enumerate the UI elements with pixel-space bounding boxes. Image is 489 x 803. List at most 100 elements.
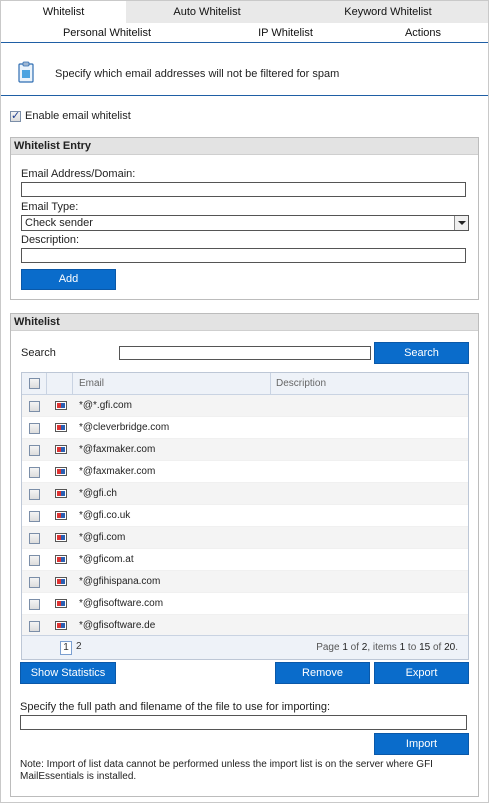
email-type-icon [55, 467, 67, 476]
row-checkbox[interactable] [29, 621, 40, 632]
items-of: of [430, 642, 445, 653]
page-description: Specify which email addresses will not b… [55, 68, 340, 80]
whitelist-panel-title: Whitelist [11, 314, 478, 331]
email-cell: *@gficom.at [79, 554, 134, 565]
row-checkbox[interactable] [29, 489, 40, 500]
row-checkbox[interactable] [29, 511, 40, 522]
tab-personal-whitelist[interactable]: Personal Whitelist [1, 23, 213, 42]
export-button[interactable]: Export [374, 662, 469, 684]
row-checkbox[interactable] [29, 445, 40, 456]
email-type-icon [55, 555, 67, 564]
email-cell: *@gfi.com [79, 532, 126, 543]
table-row[interactable]: *@gfi.ch [22, 483, 468, 505]
email-cell: *@faxmaker.com [79, 466, 156, 477]
table-row[interactable]: *@faxmaker.com [22, 461, 468, 483]
search-button[interactable]: Search [374, 342, 469, 364]
import-path-field[interactable] [20, 715, 467, 730]
show-statistics-button[interactable]: Show Statistics [20, 662, 116, 684]
row-checkbox[interactable] [29, 555, 40, 566]
tab-whitelist[interactable]: Whitelist [1, 1, 126, 23]
table-row[interactable]: *@gfi.co.uk [22, 505, 468, 527]
tab-actions[interactable]: Actions [358, 23, 488, 42]
table-row[interactable]: *@gfisoftware.com [22, 593, 468, 615]
row-checkbox[interactable] [29, 599, 40, 610]
items-suffix: . [455, 642, 458, 653]
column-divider [72, 373, 73, 395]
email-type-label: Email Type: [21, 201, 79, 213]
sub-tab-bar: Personal Whitelist IP Whitelist Actions [1, 23, 488, 43]
page-header: Specify which email addresses will not b… [1, 44, 488, 96]
import-path-label: Specify the full path and filename of th… [20, 701, 331, 713]
items-to: 15 [419, 642, 431, 653]
table-header: Email Description [22, 373, 468, 395]
email-type-icon [55, 533, 67, 542]
table-row[interactable]: *@gfisoftware.de [22, 615, 468, 637]
main-tab-bar: Whitelist Auto Whitelist Keyword Whiteli… [1, 1, 488, 23]
table-row[interactable]: *@gficom.at [22, 549, 468, 571]
row-checkbox[interactable] [29, 533, 40, 544]
add-button[interactable]: Add [21, 269, 116, 290]
row-checkbox[interactable] [29, 577, 40, 588]
enable-whitelist-row: Enable email whitelist [10, 109, 131, 122]
enable-whitelist-checkbox[interactable] [10, 109, 21, 122]
whitelist-table: Email Description *@*.gfi.com *@cleverbri… [21, 372, 469, 660]
page-info: Page 1 of 2, items 1 to 15 of 20. [316, 642, 458, 653]
email-type-icon [55, 621, 67, 630]
email-cell: *@gfihispana.com [79, 576, 161, 587]
email-type-icon [55, 423, 67, 432]
column-divider [46, 373, 47, 395]
table-body: *@*.gfi.com *@cleverbridge.com *@faxmaker.… [22, 395, 468, 637]
import-note: Note: Import of list data cannot be perf… [20, 759, 433, 782]
page-info-of: of [347, 642, 362, 653]
whitelist-entry-panel: Whitelist Entry Email Address/Domain: Em… [10, 137, 479, 300]
row-checkbox[interactable] [29, 467, 40, 478]
table-pager: 1 2 Page 1 of 2, items 1 to 15 of 20. [22, 635, 468, 659]
description-label: Description: [21, 234, 80, 246]
row-checkbox[interactable] [29, 401, 40, 412]
enable-whitelist-label: Enable email whitelist [25, 110, 131, 122]
page-link-2[interactable]: 2 [76, 641, 82, 655]
import-button[interactable]: Import [374, 733, 469, 755]
email-type-icon [55, 599, 67, 608]
table-row[interactable]: *@gfi.com [22, 527, 468, 549]
email-type-value: Check sender [25, 217, 93, 229]
description-field[interactable] [21, 248, 466, 263]
select-all-checkbox[interactable] [29, 378, 40, 389]
chevron-down-icon[interactable] [454, 216, 468, 230]
tab-auto-whitelist[interactable]: Auto Whitelist [126, 1, 288, 23]
email-type-select[interactable]: Check sender [21, 215, 469, 231]
page-link-1[interactable]: 1 [60, 641, 72, 655]
email-cell: *@gfisoftware.de [79, 620, 156, 631]
items-to-word: to [405, 642, 420, 653]
page-info-prefix: Page [316, 642, 343, 653]
email-cell: *@gfisoftware.com [79, 598, 164, 609]
items-info-prefix: , items [367, 642, 400, 653]
email-cell: *@faxmaker.com [79, 444, 156, 455]
tab-ip-whitelist[interactable]: IP Whitelist [213, 23, 358, 42]
table-row[interactable]: *@gfihispana.com [22, 571, 468, 593]
email-type-icon [55, 511, 67, 520]
email-field[interactable] [21, 182, 466, 197]
email-cell: *@*.gfi.com [79, 400, 132, 411]
column-header-email[interactable]: Email [79, 373, 104, 395]
search-label: Search [21, 347, 56, 359]
entry-panel-title: Whitelist Entry [11, 138, 478, 155]
column-header-description[interactable]: Description [276, 373, 326, 395]
table-row[interactable]: *@cleverbridge.com [22, 417, 468, 439]
email-cell: *@gfi.ch [79, 488, 117, 499]
email-type-icon [55, 401, 67, 410]
clipboard-icon [18, 61, 34, 83]
email-type-icon [55, 489, 67, 498]
email-label: Email Address/Domain: [21, 168, 136, 180]
email-cell: *@cleverbridge.com [79, 422, 170, 433]
row-checkbox[interactable] [29, 423, 40, 434]
table-row[interactable]: *@faxmaker.com [22, 439, 468, 461]
search-input[interactable] [119, 346, 371, 360]
tab-keyword-whitelist[interactable]: Keyword Whitelist [288, 1, 488, 23]
table-row[interactable]: *@*.gfi.com [22, 395, 468, 417]
column-divider [270, 373, 271, 395]
remove-button[interactable]: Remove [275, 662, 370, 684]
email-type-icon [55, 577, 67, 586]
items-total: 20 [444, 642, 456, 653]
email-cell: *@gfi.co.uk [79, 510, 131, 521]
